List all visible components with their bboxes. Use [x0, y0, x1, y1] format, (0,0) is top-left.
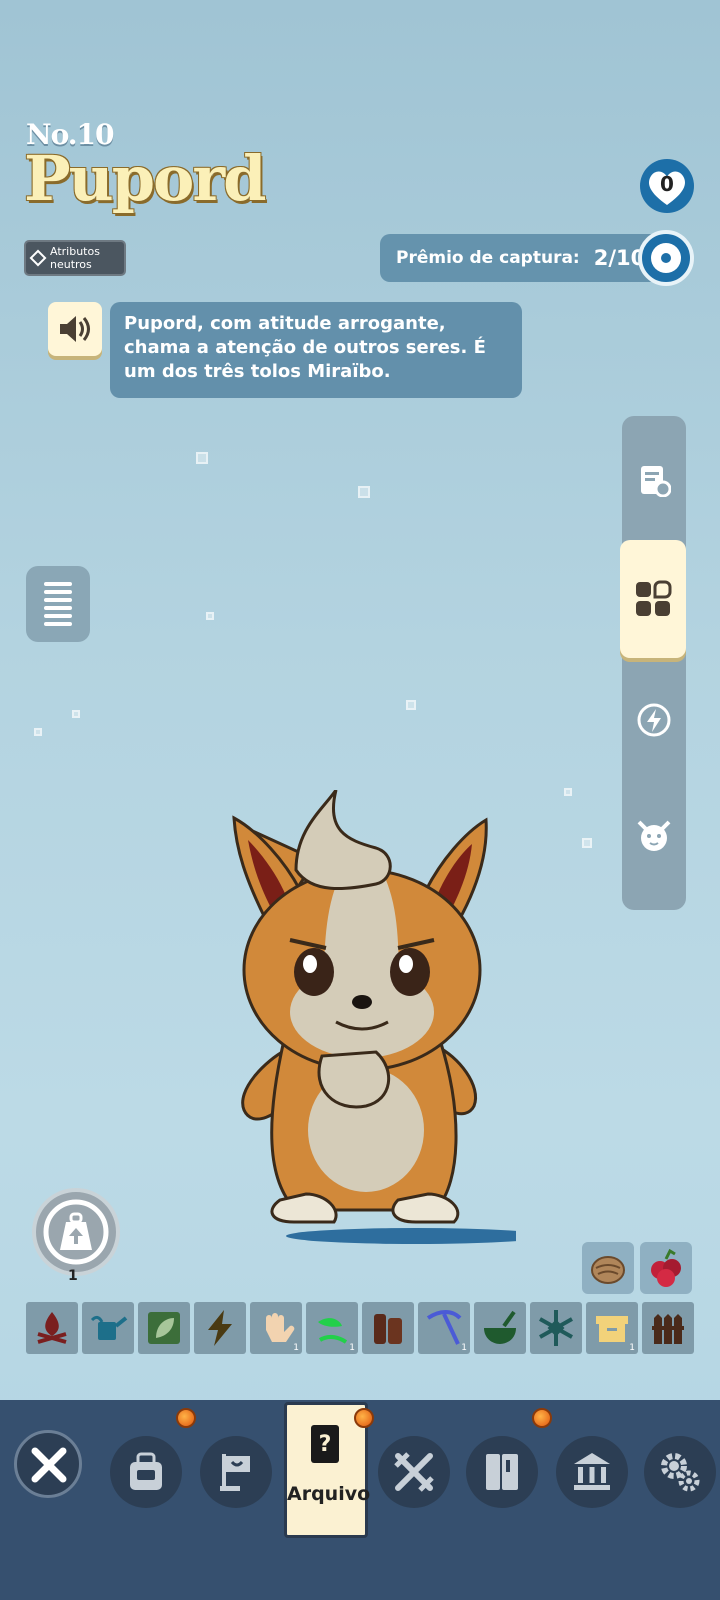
fence-icon — [652, 1314, 684, 1344]
weight-icon — [43, 1199, 109, 1265]
sparkle — [358, 486, 370, 498]
creature-name: Pupord — [24, 142, 266, 215]
capture-orb-icon[interactable] — [638, 230, 694, 286]
weight-button[interactable] — [32, 1188, 120, 1276]
close-button[interactable] — [14, 1430, 82, 1498]
notification-badge — [532, 1408, 552, 1428]
notification-badge — [354, 1408, 374, 1428]
attribute-badge[interactable]: Atributos neutros — [24, 240, 126, 276]
lightning-icon — [637, 703, 671, 737]
heart-count: 0 — [660, 172, 674, 196]
skill-count: 1 — [461, 1343, 467, 1353]
campfire-icon — [37, 1312, 67, 1344]
skill-count: 1 — [293, 1343, 299, 1353]
attribute-line-1: Atributos — [50, 245, 100, 258]
skill-watering[interactable] — [82, 1302, 134, 1354]
svg-text:?: ? — [319, 1432, 332, 1457]
close-x-icon — [31, 1447, 67, 1483]
berry-icon — [651, 1248, 681, 1287]
sparkle — [406, 700, 416, 710]
nav-backpack[interactable] — [110, 1436, 182, 1508]
storage-box-icon — [596, 1316, 628, 1342]
sparkle — [34, 728, 42, 736]
side-tabs — [620, 416, 686, 910]
tab-skills[interactable] — [622, 670, 686, 770]
attribute-line-2: neutros — [50, 258, 92, 271]
logs-icon — [374, 1314, 402, 1344]
description-text: Pupord, com atitude arrogante, chama a a… — [124, 313, 486, 382]
swords-icon — [394, 1452, 434, 1492]
skill-farming[interactable] — [642, 1302, 694, 1354]
speaker-button[interactable] — [48, 302, 102, 356]
creature-face-icon — [637, 820, 671, 851]
grid-icon — [636, 580, 672, 616]
nav-active-label: Arquivo — [287, 1483, 371, 1505]
sprout-icon — [318, 1318, 348, 1344]
skill-gathering[interactable]: 1 — [306, 1302, 358, 1354]
speaker-icon — [60, 316, 90, 342]
nav-museum[interactable] — [556, 1436, 628, 1508]
leaf-icon — [148, 1312, 180, 1344]
flag-icon — [220, 1454, 250, 1491]
sparkle — [564, 788, 572, 796]
snowflake-icon — [539, 1310, 573, 1346]
tab-creature[interactable] — [622, 786, 686, 886]
skill-count: 1 — [629, 1343, 635, 1353]
lightning-icon — [208, 1310, 232, 1346]
skill-logging[interactable] — [362, 1302, 414, 1354]
description-box: Pupord, com atitude arrogante, chama a a… — [110, 302, 522, 398]
tab-details[interactable] — [622, 430, 686, 530]
skill-mining[interactable]: 1 — [418, 1302, 470, 1354]
favorite-heart-button[interactable]: 0 — [638, 158, 696, 214]
skill-count: 1 — [349, 1343, 355, 1353]
nav-settings[interactable] — [644, 1436, 716, 1508]
skill-campfire[interactable] — [26, 1302, 78, 1354]
nav-flag[interactable] — [200, 1436, 272, 1508]
watering-can-icon — [90, 1315, 128, 1340]
drop-item-berry[interactable] — [640, 1242, 692, 1294]
diamond-icon — [29, 249, 47, 267]
nav-book[interactable] — [466, 1436, 538, 1508]
backpack-icon — [130, 1452, 162, 1490]
skill-cooling[interactable] — [530, 1302, 582, 1354]
book-icon — [486, 1454, 518, 1490]
drop-item-nut[interactable] — [582, 1242, 634, 1294]
sparkle — [72, 710, 80, 718]
nav-battle[interactable] — [378, 1436, 450, 1508]
capture-label: Prêmio de captura: — [396, 248, 580, 268]
gears-icon — [661, 1453, 700, 1492]
museum-icon — [574, 1453, 610, 1490]
document-settings-icon — [641, 466, 671, 497]
list-menu-button[interactable] — [26, 566, 90, 642]
skill-electric[interactable] — [194, 1302, 246, 1354]
skill-medicine[interactable] — [474, 1302, 526, 1354]
pickaxe-icon — [426, 1310, 462, 1345]
notification-badge — [176, 1408, 196, 1428]
sparkle — [196, 452, 208, 464]
sparkle — [206, 612, 214, 620]
capture-reward-panel[interactable]: Prêmio de captura: 2/10 — [380, 234, 660, 282]
sparkle — [582, 838, 592, 848]
tab-overview[interactable] — [620, 540, 686, 658]
skill-handiwork[interactable]: 1 — [250, 1302, 302, 1354]
weight-count: 1 — [68, 1268, 78, 1284]
bowl-icon — [484, 1310, 516, 1344]
nut-icon — [591, 1256, 625, 1284]
skill-transport[interactable]: 1 — [586, 1302, 638, 1354]
hand-icon — [266, 1313, 295, 1342]
archive-icon: ? — [311, 1425, 339, 1463]
creature-pupord[interactable] — [226, 790, 516, 1250]
skill-planting[interactable] — [138, 1302, 190, 1354]
